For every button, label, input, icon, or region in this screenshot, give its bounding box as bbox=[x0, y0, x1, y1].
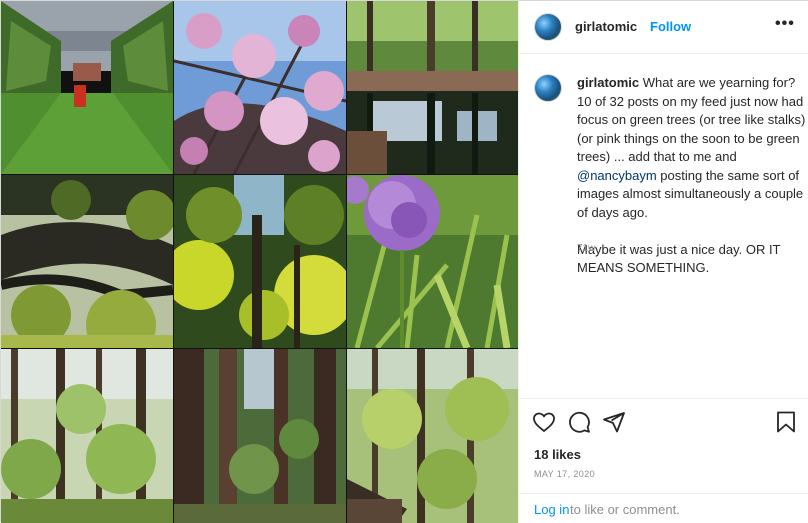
bookmark-icon[interactable] bbox=[774, 410, 798, 434]
avatar[interactable] bbox=[534, 13, 562, 41]
photo-allium-flower bbox=[347, 175, 518, 348]
post-detail-panel: girlatomic Follow ••• girlatomic What ar… bbox=[518, 1, 808, 523]
photo-magnolia-blossoms bbox=[174, 1, 346, 174]
caption-section: girlatomic What are we yearning for? 10 … bbox=[519, 54, 808, 398]
heart-outline-icon[interactable] bbox=[532, 410, 556, 434]
photo-avenue-of-trees bbox=[1, 1, 173, 174]
caption-text: girlatomic What are we yearning for? 10 … bbox=[577, 74, 808, 278]
speech-bubble-icon[interactable] bbox=[567, 410, 591, 434]
photo-overhanging-branches bbox=[1, 175, 173, 348]
post-image-collage[interactable] bbox=[1, 1, 518, 523]
paper-plane-icon[interactable] bbox=[602, 410, 626, 434]
post-age[interactable]: 71w bbox=[577, 243, 595, 254]
photo-spring-canopy bbox=[347, 349, 518, 523]
login-prompt: Log in to like or comment. bbox=[519, 493, 808, 523]
photo-tall-redwoods bbox=[174, 349, 346, 523]
caption-username[interactable]: girlatomic bbox=[577, 75, 639, 90]
photo-forest-looking-up bbox=[1, 349, 173, 523]
action-bar bbox=[519, 398, 808, 444]
login-prompt-text: to like or comment. bbox=[570, 502, 680, 517]
caption-body-2: posting the same sort of images almost s… bbox=[577, 167, 804, 276]
header-username[interactable]: girlatomic bbox=[575, 19, 637, 34]
caption-avatar[interactable] bbox=[534, 74, 562, 102]
follow-button[interactable]: Follow bbox=[650, 19, 691, 34]
more-options-icon[interactable]: ••• bbox=[775, 15, 795, 33]
instagram-post-window: girlatomic Follow ••• girlatomic What ar… bbox=[0, 0, 808, 523]
photo-pond-reflection bbox=[347, 1, 518, 174]
login-link[interactable]: Log in bbox=[534, 502, 569, 517]
likes-count[interactable]: 18 likes bbox=[534, 447, 581, 462]
post-date: MAY 17, 2020 bbox=[534, 469, 596, 479]
post-header: girlatomic Follow ••• bbox=[519, 1, 808, 54]
photo-yellow-green-foliage bbox=[174, 175, 346, 348]
mention-link[interactable]: @nancybaym bbox=[577, 168, 657, 183]
